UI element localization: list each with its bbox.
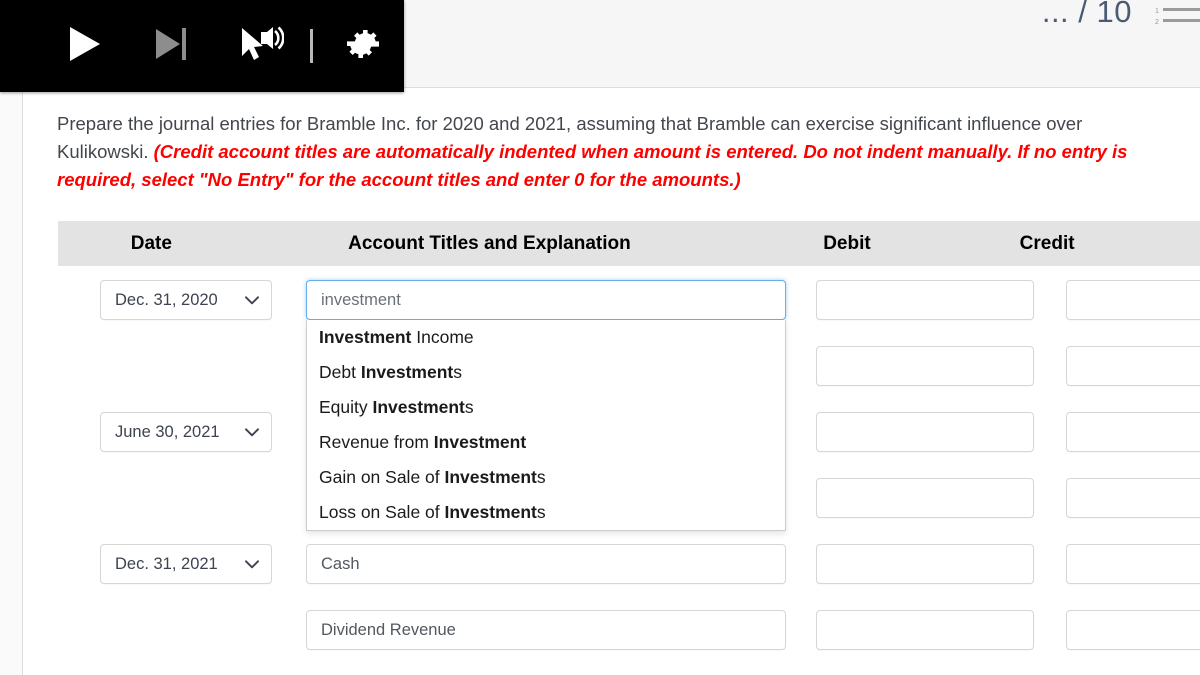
- account-title-input-0[interactable]: investment: [306, 280, 786, 320]
- credit-input-2[interactable]: [1066, 412, 1200, 452]
- gear-icon: [343, 24, 383, 69]
- svg-text:2: 2: [1155, 19, 1159, 26]
- option-match: Investment: [360, 362, 454, 382]
- autocomplete-option[interactable]: Investment Income: [307, 320, 785, 355]
- debit-cell: [816, 610, 1034, 650]
- autocomplete-option[interactable]: Equity Investment s: [307, 390, 785, 425]
- option-prefix: Debt: [319, 362, 361, 382]
- skip-next-button[interactable]: [128, 0, 216, 92]
- debit-cell: [816, 412, 1034, 452]
- option-prefix: Loss on Sale of: [319, 502, 445, 522]
- column-header-debit: Debit: [823, 232, 871, 254]
- date-cell: June 30, 2021: [100, 412, 272, 452]
- account-cell: investment: [306, 280, 786, 320]
- cursor-audio-icon: [236, 24, 285, 69]
- credit-cell: [1066, 412, 1200, 452]
- debit-input-3[interactable]: [816, 478, 1034, 518]
- chevron-down-icon: [245, 559, 259, 568]
- journal-entry-table: Date Account Titles and Explanation Debi…: [58, 221, 1200, 672]
- date-select-2[interactable]: June 30, 2021: [100, 412, 272, 452]
- video-control-toolbar: [0, 0, 404, 92]
- table-row: Dec. 31, 2021 Cash: [58, 540, 1200, 606]
- credit-input-3[interactable]: [1066, 478, 1200, 518]
- column-header-credit: Credit: [1019, 232, 1075, 254]
- option-suffix: Income: [411, 327, 474, 347]
- debit-cell: [816, 280, 1034, 320]
- chevron-down-icon: [245, 295, 259, 304]
- option-match: Investment: [319, 327, 412, 347]
- debit-input-0[interactable]: [816, 280, 1034, 320]
- table-header-row: Date Account Titles and Explanation Debi…: [58, 221, 1200, 266]
- debit-cell: [816, 478, 1034, 518]
- date-select-value: June 30, 2021: [115, 422, 220, 441]
- list-outline-icon[interactable]: 1 2: [1154, 2, 1200, 32]
- page-counter: ... / 10: [1041, 0, 1132, 29]
- autocomplete-option[interactable]: Revenue from Investment: [307, 425, 785, 460]
- credit-cell: [1066, 544, 1200, 584]
- debit-input-1[interactable]: [816, 346, 1034, 386]
- option-suffix: s: [536, 502, 546, 522]
- debit-input-4[interactable]: [816, 544, 1034, 584]
- option-suffix: s: [453, 362, 462, 382]
- debit-input-2[interactable]: [816, 412, 1034, 452]
- question-prompt: Prepare the journal entries for Bramble …: [57, 110, 1167, 194]
- left-gutter: [0, 0, 23, 675]
- option-match: Investment: [444, 467, 537, 487]
- date-select-value: Dec. 31, 2021: [115, 554, 218, 573]
- credit-cell: [1066, 478, 1200, 518]
- main-content: Prepare the journal entries for Bramble …: [23, 89, 1200, 675]
- credit-input-0[interactable]: [1066, 280, 1200, 320]
- option-match: Investment: [433, 432, 527, 452]
- account-title-input-4[interactable]: Cash: [306, 544, 786, 584]
- debit-input-5[interactable]: [816, 610, 1034, 650]
- option-match: Investment: [372, 397, 465, 417]
- autocomplete-option[interactable]: Debt Investment s: [307, 355, 785, 390]
- table-body: Dec. 31, 2020 investment Investment Income…: [58, 276, 1200, 672]
- credit-input-1[interactable]: [1066, 346, 1200, 386]
- autocomplete-option[interactable]: Loss on Sale of Investment s: [307, 495, 785, 530]
- date-cell: Dec. 31, 2020: [100, 280, 272, 320]
- prompt-instruction-text: (Credit account titles are automatically…: [57, 141, 1128, 190]
- play-button[interactable]: [40, 0, 128, 92]
- autocomplete-option[interactable]: Gain on Sale of Investment s: [307, 460, 785, 495]
- credit-cell: [1066, 610, 1200, 650]
- account-title-value: investment: [321, 290, 401, 309]
- table-row: Dividend Revenue: [58, 606, 1200, 672]
- table-row: Dec. 31, 2020 investment Investment Income…: [58, 276, 1200, 531]
- skip-next-icon: [153, 25, 191, 68]
- account-cell: Dividend Revenue: [306, 610, 786, 650]
- date-select-value: Dec. 31, 2020: [115, 290, 218, 309]
- debit-cell: [816, 544, 1034, 584]
- option-match: Investment: [444, 502, 537, 522]
- date-select-4[interactable]: Dec. 31, 2021: [100, 544, 272, 584]
- option-suffix: s: [464, 397, 474, 417]
- settings-button[interactable]: [319, 0, 407, 92]
- cursor-audio-button[interactable]: [216, 0, 304, 92]
- option-suffix: s: [536, 467, 546, 487]
- account-title-input-5[interactable]: Dividend Revenue: [306, 610, 786, 650]
- account-cell: Cash: [306, 544, 786, 584]
- credit-cell: [1066, 346, 1200, 386]
- option-prefix: Equity: [319, 397, 373, 417]
- credit-input-4[interactable]: [1066, 544, 1200, 584]
- credit-input-5[interactable]: [1066, 610, 1200, 650]
- toolbar-divider: [310, 29, 313, 63]
- account-title-value: Cash: [321, 554, 360, 573]
- svg-text:1: 1: [1155, 8, 1159, 15]
- option-prefix: Gain on Sale of: [319, 467, 445, 487]
- debit-cell: [816, 346, 1034, 386]
- chevron-down-icon: [245, 427, 259, 436]
- date-select-0[interactable]: Dec. 31, 2020: [100, 280, 272, 320]
- column-header-date: Date: [130, 232, 172, 254]
- account-title-value: Dividend Revenue: [321, 620, 456, 639]
- date-cell: Dec. 31, 2021: [100, 544, 272, 584]
- column-header-account: Account Titles and Explanation: [348, 232, 631, 254]
- account-autocomplete-panel: Investment Income Debt Investment s Equity …: [306, 320, 786, 531]
- play-icon: [66, 25, 102, 68]
- credit-cell: [1066, 280, 1200, 320]
- option-prefix: Revenue from: [319, 432, 434, 452]
